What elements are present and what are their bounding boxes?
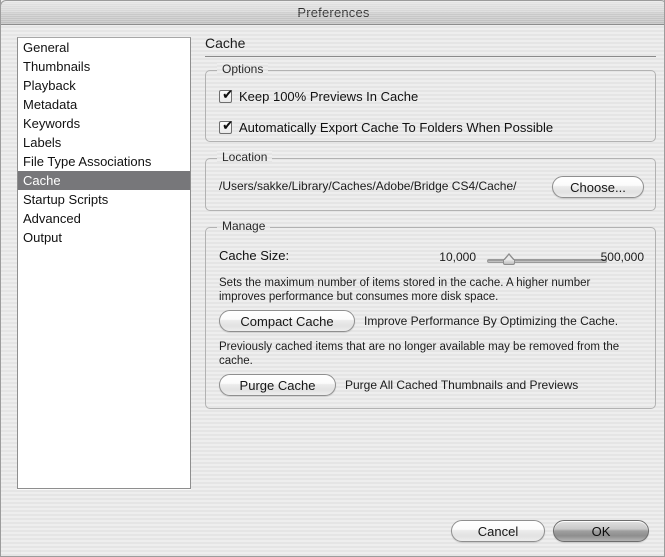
checkbox-keep-100-previews[interactable]: ✔ Keep 100% Previews In Cache [219,87,419,104]
cache-size-hint: Sets the maximum number of items stored … [219,277,591,303]
sidebar-item-file-type-associations[interactable]: File Type Associations [18,152,190,171]
manage-group: Manage Cache Size: 10,000 500,000 Sets t… [205,220,656,409]
check-icon: ✔ [222,87,234,103]
checkbox-label: Automatically Export Cache To Folders Wh… [239,120,554,135]
sidebar-item-labels[interactable]: Labels [18,133,190,152]
location-group-label: Location [217,151,273,163]
check-icon: ✔ [222,118,234,134]
title-divider [205,56,656,57]
sidebar-item-advanced[interactable]: Advanced [18,209,190,228]
sidebar-item-thumbnails[interactable]: Thumbnails [18,57,190,76]
checkbox-box[interactable]: ✔ [219,118,234,134]
cache-size-slider[interactable] [487,253,607,267]
compact-cache-description: Improve Performance By Optimizing the Ca… [364,314,619,328]
sidebar-item-metadata[interactable]: Metadata [18,95,190,114]
checkbox-auto-export-cache[interactable]: ✔ Automatically Export Cache To Folders … [219,118,554,135]
compact-cache-button[interactable]: Compact Cache [219,310,355,332]
slider-thumb[interactable] [502,253,516,266]
options-group-label: Options [217,63,269,75]
purge-cache-button[interactable]: Purge Cache [219,374,336,396]
options-group: Options ✔ Keep 100% Previews In Cache ✔ … [205,63,656,142]
page-title: Cache [205,35,246,51]
sidebar-item-startup-scripts[interactable]: Startup Scripts [18,190,190,209]
preferences-category-list[interactable]: General Thumbnails Playback Metadata Keyword… [17,37,191,489]
slider-max-label: 500,000 [600,250,644,264]
cancel-button[interactable]: Cancel [451,520,545,542]
cache-size-label: Cache Size: [219,248,290,263]
preferences-window: Preferences General Thumbnails Playback Met… [0,0,665,557]
manage-group-label: Manage [217,220,271,232]
cache-location-path: /Users/sakke/Library/Caches/Adobe/Bridge… [219,179,517,193]
window-titlebar: Preferences [1,0,664,25]
slider-min-label: 10,000 [439,250,476,264]
choose-location-button[interactable]: Choose... [552,176,644,198]
sidebar-item-keywords[interactable]: Keywords [18,114,190,133]
location-group: Location /Users/sakke/Library/Caches/Ado… [205,151,656,211]
slider-thumb-base [502,260,515,265]
checkbox-label: Keep 100% Previews In Cache [239,89,419,104]
sidebar-item-cache[interactable]: Cache [18,171,190,190]
window-title: Preferences [297,5,370,20]
sidebar-item-output[interactable]: Output [18,228,190,247]
ok-button[interactable]: OK [553,520,649,542]
compact-cache-hint: Previously cached items that are no long… [219,341,620,367]
dialog-content: General Thumbnails Playback Metadata Keyword… [1,25,664,556]
purge-cache-description: Purge All Cached Thumbnails and Previews [345,378,579,392]
sidebar-item-playback[interactable]: Playback [18,76,190,95]
sidebar-item-general[interactable]: General [18,38,190,57]
checkbox-box[interactable]: ✔ [219,87,234,103]
